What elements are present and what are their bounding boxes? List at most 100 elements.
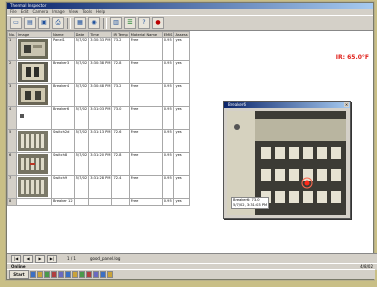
taskbar-app-icon[interactable]	[107, 271, 113, 278]
row-number: 1	[7, 37, 17, 61]
cell-name: Breaker 12	[50, 198, 75, 206]
table-row[interactable]: 5 Switch2d 5/7/02 3:31:13 PM 72.6 Free 0…	[7, 129, 190, 153]
cell-name: Breaker4	[50, 83, 75, 107]
image-icon[interactable]: ▥	[110, 17, 122, 29]
print-icon[interactable]: ⎙	[52, 17, 64, 29]
menu-file[interactable]: File	[10, 9, 17, 15]
menu-view[interactable]: View	[69, 9, 79, 15]
table-row[interactable]: 8 Breaker 12 Free 0.95 yes	[7, 198, 190, 206]
cell-emis: 0.95	[161, 198, 175, 206]
row-number: 5	[7, 129, 17, 153]
menu-edit[interactable]: Edit	[21, 9, 29, 15]
cell-material: Free	[128, 37, 163, 61]
cell-assess: yes	[173, 106, 190, 130]
cell-assess: yes	[173, 83, 190, 107]
cell-name: Breaker3	[50, 60, 75, 84]
row-thumbnail[interactable]	[15, 175, 52, 199]
save-icon[interactable]: ▣	[38, 17, 50, 29]
camera-icon[interactable]: ◉	[88, 17, 100, 29]
taskbar-app-icon[interactable]	[65, 271, 71, 278]
table-row[interactable]: 7 Switch9 5/7/02 3:31:28 PM 72.4 Free 0.…	[7, 175, 190, 199]
cell-date: 5/7/02	[73, 37, 90, 61]
toolbar-separator	[103, 17, 107, 29]
cell-temp: 72.8	[111, 152, 130, 176]
open-icon[interactable]: ▤	[24, 17, 36, 29]
image-table-area: No. Image Name Date Time IR Temp Materia…	[7, 31, 373, 253]
row-number: 3	[7, 83, 17, 107]
cell-temp	[111, 198, 130, 206]
last-record-icon[interactable]: ▶|	[47, 254, 57, 263]
previous-record-icon[interactable]: ◀	[23, 254, 33, 263]
close-icon[interactable]: ×	[344, 102, 349, 107]
cell-emis: 0.95	[161, 37, 175, 61]
panel-thumbnail-image	[17, 39, 48, 59]
preview-titlebar: Breaker6 ×	[224, 102, 350, 108]
taskbar-app-icon[interactable]	[72, 271, 78, 278]
row-thumbnail[interactable]	[15, 37, 52, 61]
preview-image-area: Breaker6: 73.0 5/7/02, 3:31:03 PM	[227, 111, 346, 215]
taskbar-app-icon[interactable]	[37, 271, 43, 278]
table-row[interactable]: 4 Breaker6 5/7/02 3:31:03 PM 73.0 Free 0…	[7, 106, 190, 130]
cell-name: Breaker6	[50, 106, 75, 130]
toolbar-separator	[67, 17, 71, 29]
first-record-icon[interactable]: |◀	[11, 254, 21, 263]
row-number: 6	[7, 152, 17, 176]
cell-time: 3:31:13 PM	[88, 129, 113, 153]
temperature-readout: IR: 65.0°F	[335, 54, 369, 61]
breaker-thumbnail-image	[17, 62, 48, 82]
report-icon[interactable]: ☰	[124, 17, 136, 29]
preview-caption: Breaker6: 73.0 5/7/02, 3:31:03 PM	[231, 197, 270, 209]
menu-camera[interactable]: Camera	[32, 9, 48, 15]
cell-date: 5/7/02	[73, 60, 90, 84]
grid-icon[interactable]: ▦	[74, 17, 86, 29]
toolbar: ▭ ▤ ▣ ⎙ ▦ ◉ ▥ ☰ ? ●	[7, 15, 373, 31]
start-button[interactable]: Start	[9, 270, 29, 279]
cell-date	[73, 198, 90, 206]
row-number: 4	[7, 106, 17, 130]
row-thumbnail[interactable]	[15, 60, 52, 84]
cell-temp: 72.4	[111, 175, 130, 199]
menu-tools[interactable]: Tools	[82, 9, 92, 15]
cell-time	[88, 198, 113, 206]
switch-thumbnail-image	[17, 131, 48, 151]
taskbar-app-icon[interactable]	[44, 271, 50, 278]
row-thumbnail[interactable]	[15, 198, 52, 206]
table-row[interactable]: 6 Switch8 5/7/02 3:31:20 PM 72.8 Free 0.…	[7, 152, 190, 176]
cell-date: 5/7/02	[73, 106, 90, 130]
cell-material: Free	[128, 106, 163, 130]
new-icon[interactable]: ▭	[10, 17, 22, 29]
table-row[interactable]: 2 Breaker3 5/7/02 3:30:38 PM 72.8 Free 0…	[7, 60, 190, 84]
cell-temp: 73.0	[111, 106, 130, 130]
table-row[interactable]: 1 Panel1 5/7/02 3:30:33 PM 73.2 Free 0.9…	[7, 37, 190, 61]
taskbar-app-icon[interactable]	[86, 271, 92, 278]
cell-temp: 73.2	[111, 83, 130, 107]
taskbar-app-icon[interactable]	[58, 271, 64, 278]
taskbar-app-icon[interactable]	[93, 271, 99, 278]
row-number: 7	[7, 175, 17, 199]
cell-date: 5/7/02	[73, 175, 90, 199]
menu-image[interactable]: Image	[52, 9, 65, 15]
taskbar-app-icon[interactable]	[79, 271, 85, 278]
help-icon[interactable]: ?	[138, 17, 150, 29]
cell-material: Free	[128, 129, 163, 153]
taskbar-app-icon[interactable]	[51, 271, 57, 278]
info-icon[interactable]: ●	[152, 17, 164, 29]
next-record-icon[interactable]: ▶	[35, 254, 45, 263]
row-thumbnail[interactable]	[15, 129, 52, 153]
cell-assess: yes	[173, 175, 190, 199]
taskbar-app-icon[interactable]	[30, 271, 36, 278]
cell-name: Switch2d	[50, 129, 75, 153]
taskbar-app-icon[interactable]	[100, 271, 106, 278]
menu-help[interactable]: Help	[96, 9, 105, 15]
switch-thumbnail-image	[17, 177, 48, 197]
switch-thumbnail-image	[17, 154, 48, 174]
row-thumbnail[interactable]	[15, 83, 52, 107]
table-row[interactable]: 3 Breaker4 5/7/02 3:30:48 PM 73.2 Free 0…	[7, 83, 190, 107]
row-thumbnail[interactable]	[15, 152, 52, 176]
cell-temp: 72.8	[111, 60, 130, 84]
row-thumbnail[interactable]	[15, 106, 52, 130]
record-navigator: |◀ ◀ ▶ ▶| 1 / 1 good_panel.log	[7, 253, 377, 263]
cell-assess: yes	[173, 37, 190, 61]
cell-emis: 0.95	[161, 175, 175, 199]
image-preview-window[interactable]: Breaker6 × Breaker6: 73.0 5/7/02, 3:31:0…	[223, 101, 351, 219]
